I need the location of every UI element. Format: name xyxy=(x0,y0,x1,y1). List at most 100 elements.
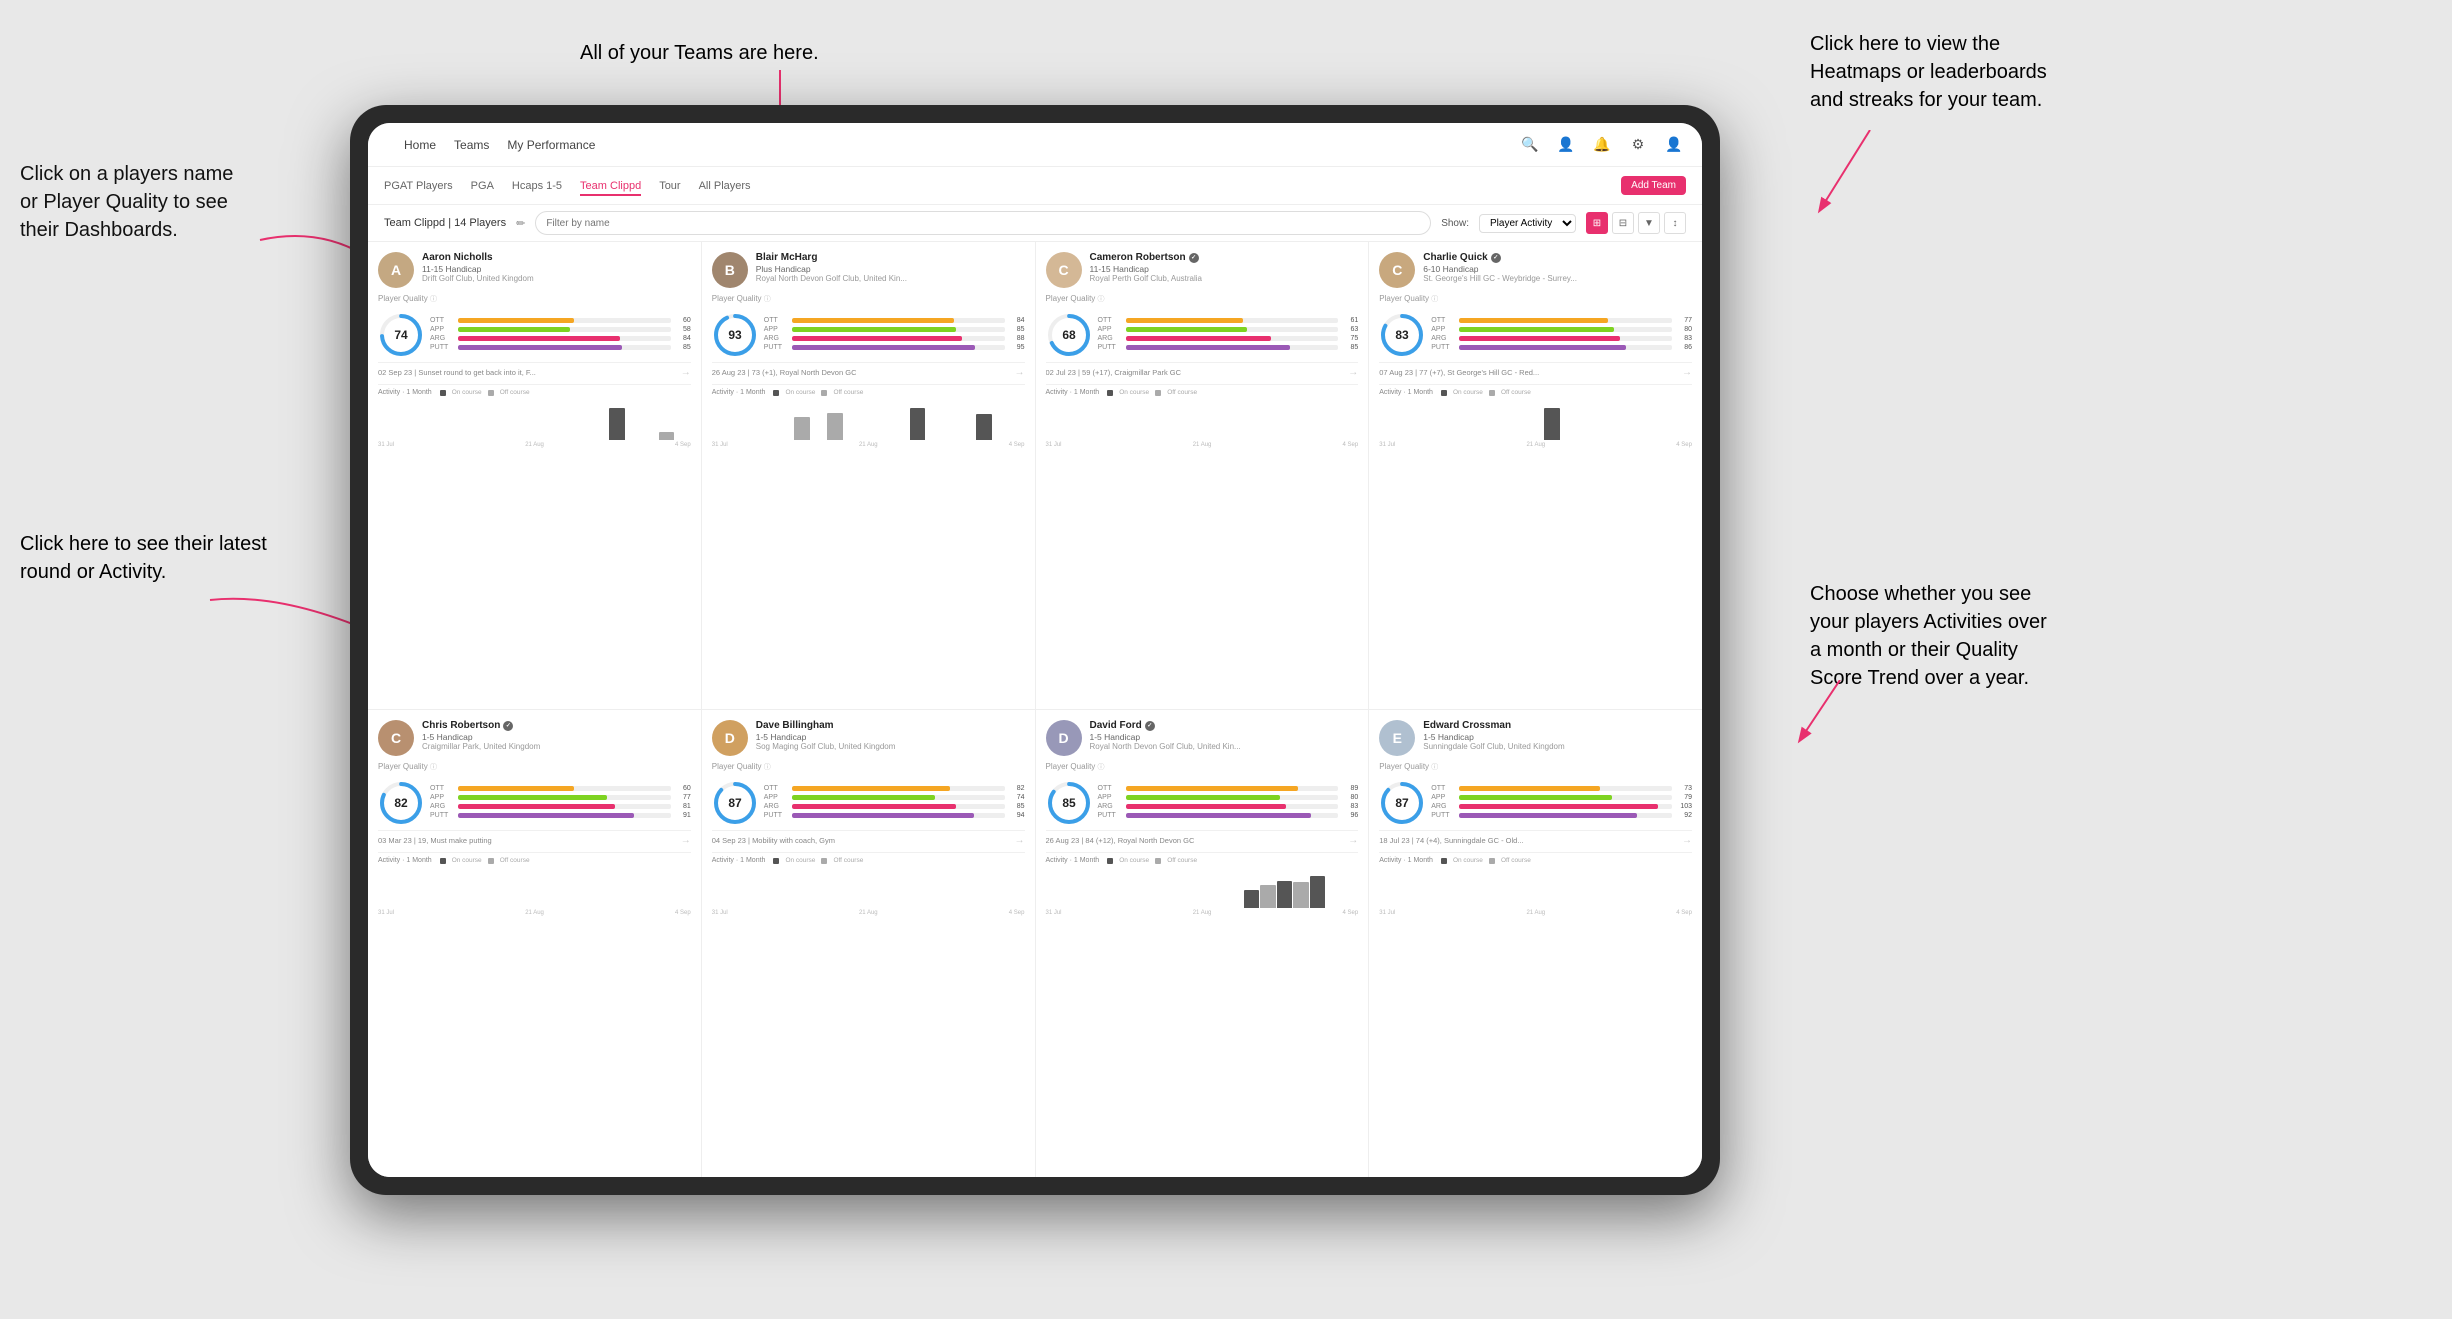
last-round[interactable]: 26 Aug 23 | 84 (+12), Royal North Devon … xyxy=(1046,830,1359,846)
quality-circle[interactable]: 82 xyxy=(378,780,422,824)
nav-home[interactable]: Home xyxy=(404,134,436,156)
player-card[interactable]: D Dave Billingham 1-5 Handicap Sog Magin… xyxy=(702,710,1035,1177)
edit-team-icon[interactable]: ✏ xyxy=(516,217,525,230)
player-card[interactable]: E Edward Crossman 1-5 Handicap Sunningda… xyxy=(1369,710,1702,1177)
quality-section[interactable]: 82 OTT 60 APP xyxy=(378,780,691,824)
filter-button[interactable]: ▼ xyxy=(1638,212,1660,234)
quality-section[interactable]: 93 OTT 84 APP xyxy=(712,312,1025,356)
last-round-text: 02 Sep 23 | Sunset round to get back int… xyxy=(378,368,536,377)
stat-value: 85 xyxy=(1009,326,1025,333)
last-round-arrow-icon[interactable]: → xyxy=(1015,835,1025,846)
grid-view-button[interactable]: ⊞ xyxy=(1586,212,1608,234)
quality-section[interactable]: 87 OTT 82 APP xyxy=(712,780,1025,824)
last-round-arrow-icon[interactable]: → xyxy=(681,835,691,846)
player-card[interactable]: C Charlie Quick ✓ 6-10 Handicap St. Geor… xyxy=(1369,242,1702,709)
nav-icons: 🔍 👤 🔔 ⚙ 👤 xyxy=(1518,133,1686,157)
quality-section[interactable]: 83 OTT 77 APP xyxy=(1379,312,1692,356)
stat-bar-container xyxy=(1126,336,1339,341)
quality-circle[interactable]: 87 xyxy=(1379,780,1423,824)
stat-value: 89 xyxy=(1342,785,1358,792)
player-name[interactable]: Blair McHarg xyxy=(756,252,1025,263)
stat-label: PUTT xyxy=(430,812,454,819)
quality-circle[interactable]: 85 xyxy=(1046,780,1090,824)
player-avatar: C xyxy=(1046,252,1082,288)
last-round-arrow-icon[interactable]: → xyxy=(1015,367,1025,378)
activity-header: Activity · 1 Month On course Off course xyxy=(378,389,691,396)
add-team-button[interactable]: Add Team xyxy=(1621,176,1686,195)
user-avatar-icon[interactable]: 👤 xyxy=(1662,133,1686,157)
subnav-pgat[interactable]: PGAT Players xyxy=(384,176,453,196)
sort-button[interactable]: ↕ xyxy=(1664,212,1686,234)
last-round-arrow-icon[interactable]: → xyxy=(1348,835,1358,846)
search-icon[interactable]: 🔍 xyxy=(1518,133,1542,157)
subnav-tour[interactable]: Tour xyxy=(659,176,680,196)
profile-icon[interactable]: 👤 xyxy=(1554,133,1578,157)
subnav-team-clippd[interactable]: Team Clippd xyxy=(580,176,641,196)
stat-label: PUTT xyxy=(764,344,788,351)
settings-icon[interactable]: ⚙ xyxy=(1626,133,1650,157)
last-round[interactable]: 02 Sep 23 | Sunset round to get back int… xyxy=(378,362,691,378)
activity-chart xyxy=(1379,868,1692,908)
activity-title: Activity · 1 Month xyxy=(1046,389,1100,396)
notification-icon[interactable]: 🔔 xyxy=(1590,133,1614,157)
stat-row-arg: ARG 103 xyxy=(1431,803,1692,810)
player-card[interactable]: D David Ford ✓ 1-5 Handicap Royal North … xyxy=(1036,710,1369,1177)
player-name[interactable]: Charlie Quick ✓ xyxy=(1423,252,1692,263)
quality-circle[interactable]: 68 xyxy=(1046,312,1090,356)
player-card[interactable]: B Blair McHarg Plus Handicap Royal North… xyxy=(702,242,1035,709)
activity-title: Activity · 1 Month xyxy=(712,389,766,396)
last-round-text: 02 Jul 23 | 59 (+17), Craigmillar Park G… xyxy=(1046,368,1182,377)
player-card[interactable]: C Chris Robertson ✓ 1-5 Handicap Craigmi… xyxy=(368,710,701,1177)
quality-circle[interactable]: 74 xyxy=(378,312,422,356)
stat-row-putt: PUTT 91 xyxy=(430,812,691,819)
quality-circle[interactable]: 87 xyxy=(712,780,756,824)
chart-date-label: 31 Jul xyxy=(712,910,728,916)
activity-section: Activity · 1 Month On course Off course … xyxy=(712,852,1025,916)
last-round[interactable]: 07 Aug 23 | 77 (+7), St George's Hill GC… xyxy=(1379,362,1692,378)
quality-circle[interactable]: 83 xyxy=(1379,312,1423,356)
stat-label: ARG xyxy=(430,335,454,342)
activity-header: Activity · 1 Month On course Off course xyxy=(1046,857,1359,864)
quality-circle[interactable]: 93 xyxy=(712,312,756,356)
quality-section[interactable]: 74 OTT 60 APP xyxy=(378,312,691,356)
subnav-all-players[interactable]: All Players xyxy=(699,176,751,196)
last-round[interactable]: 26 Aug 23 | 73 (+1), Royal North Devon G… xyxy=(712,362,1025,378)
player-name[interactable]: Chris Robertson ✓ xyxy=(422,720,691,731)
filter-search-input[interactable] xyxy=(535,211,1431,235)
player-name[interactable]: Dave Billingham xyxy=(756,720,1025,731)
last-round[interactable]: 02 Jul 23 | 59 (+17), Craigmillar Park G… xyxy=(1046,362,1359,378)
stat-row-app: APP 58 xyxy=(430,326,691,333)
nav-teams[interactable]: Teams xyxy=(454,134,489,156)
last-round-arrow-icon[interactable]: → xyxy=(1348,367,1358,378)
quality-section[interactable]: 85 OTT 89 APP xyxy=(1046,780,1359,824)
list-view-button[interactable]: ⊟ xyxy=(1612,212,1634,234)
player-name[interactable]: Edward Crossman xyxy=(1423,720,1692,731)
last-round-arrow-icon[interactable]: → xyxy=(1682,367,1692,378)
player-club: Craigmillar Park, United Kingdom xyxy=(422,742,691,751)
nav-performance[interactable]: My Performance xyxy=(507,134,595,156)
last-round[interactable]: 18 Jul 23 | 74 (+4), Sunningdale GC - Ol… xyxy=(1379,830,1692,846)
player-card[interactable]: A Aaron Nicholls 11-15 Handicap Drift Go… xyxy=(368,242,701,709)
player-name[interactable]: David Ford ✓ xyxy=(1090,720,1359,731)
subnav-pga[interactable]: PGA xyxy=(471,176,494,196)
show-select[interactable]: Player Activity xyxy=(1479,214,1576,233)
stat-label: APP xyxy=(1098,326,1122,333)
last-round[interactable]: 04 Sep 23 | Mobility with coach, Gym → xyxy=(712,830,1025,846)
svg-text:93: 93 xyxy=(728,328,742,342)
subnav-hcaps[interactable]: Hcaps 1-5 xyxy=(512,176,562,196)
last-round-arrow-icon[interactable]: → xyxy=(1682,835,1692,846)
chart-date-label: 4 Sep xyxy=(1009,910,1025,916)
off-course-legend-dot xyxy=(821,390,827,396)
stat-bar-container xyxy=(1126,327,1339,332)
last-round[interactable]: 03 Mar 23 | 19, Must make putting → xyxy=(378,830,691,846)
player-name[interactable]: Aaron Nicholls xyxy=(422,252,691,263)
last-round-text: 03 Mar 23 | 19, Must make putting xyxy=(378,836,492,845)
last-round-text: 07 Aug 23 | 77 (+7), St George's Hill GC… xyxy=(1379,368,1539,377)
last-round-arrow-icon[interactable]: → xyxy=(681,367,691,378)
quality-section[interactable]: 68 OTT 61 APP xyxy=(1046,312,1359,356)
quality-section[interactable]: 87 OTT 73 APP xyxy=(1379,780,1692,824)
player-card[interactable]: C Cameron Robertson ✓ 11-15 Handicap Roy… xyxy=(1036,242,1369,709)
player-name[interactable]: Cameron Robertson ✓ xyxy=(1090,252,1359,263)
stat-bar-container xyxy=(458,813,671,818)
ipad-screen: Home Teams My Performance 🔍 👤 🔔 ⚙ 👤 PGAT… xyxy=(368,123,1702,1177)
